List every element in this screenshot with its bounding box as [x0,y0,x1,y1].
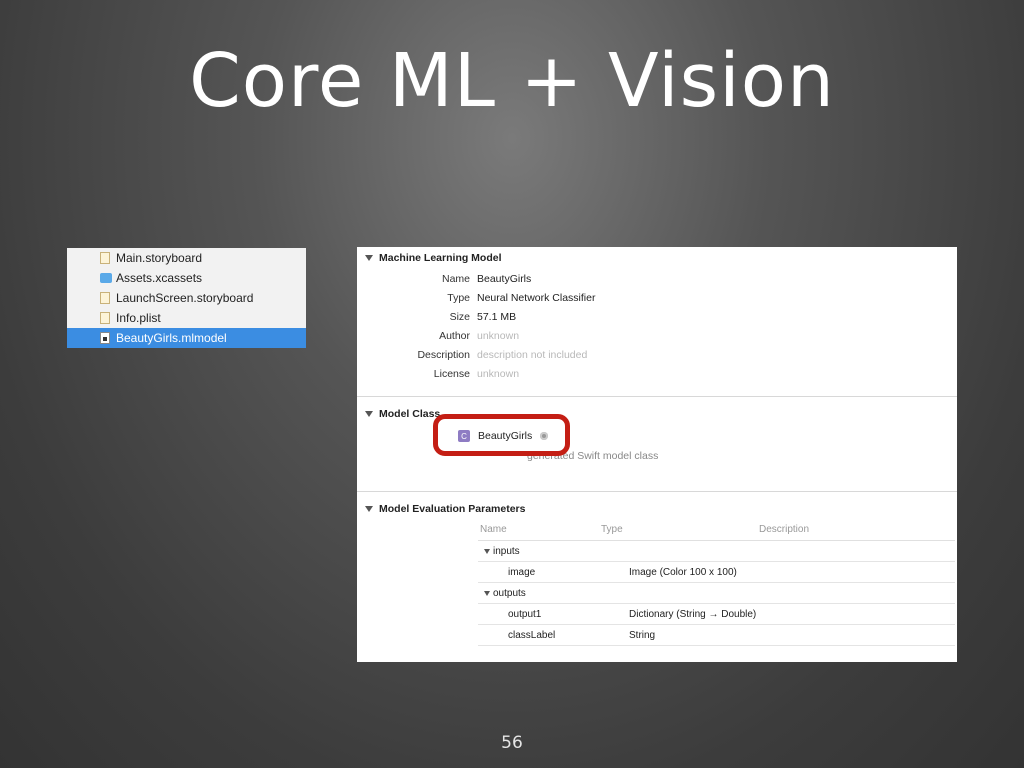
disclosure-triangle-icon [484,548,490,554]
param-name: output1 [508,608,542,620]
section-header-eval-params[interactable]: Model Evaluation Parameters [365,503,525,515]
file-label: LaunchScreen.storyboard [116,291,254,305]
property-value: BeautyGirls [477,273,532,285]
file-navigator: Main.storyboard Assets.xcassets LaunchSc… [67,248,306,348]
mlmodel-file-icon [100,332,110,344]
disclosure-triangle-icon [484,590,490,596]
file-label: Main.storyboard [116,251,203,265]
storyboard-file-icon [100,292,110,304]
file-label: BeautyGirls.mlmodel [116,331,227,345]
file-item-launchscreen[interactable]: LaunchScreen.storyboard [67,288,306,308]
parameters-table: Name Type Description inputs image Image… [478,519,955,646]
table-group-outputs[interactable]: outputs [478,583,955,604]
page-number: 56 [501,733,523,753]
section-title: Model Evaluation Parameters [379,503,526,515]
param-name: image [508,566,536,578]
table-header: Name Type Description [478,519,955,541]
column-header-description: Description [759,524,810,535]
property-value: 57.1 MB [477,311,517,323]
column-header-type: Type [601,524,623,535]
param-type: Image (Color 100 x 100) [629,566,737,578]
property-key: License [433,368,470,380]
property-value: Neural Network Classifier [477,292,596,304]
asset-catalog-icon [100,273,112,283]
highlight-annotation [433,414,570,456]
group-label: inputs [493,545,520,557]
file-item-info-plist[interactable]: Info.plist [67,308,306,328]
property-row-name: Name BeautyGirls [357,273,531,287]
property-row-size: Size 57.1 MB [357,311,517,325]
table-row: output1 Dictionary (String → Double) [478,604,955,625]
property-value: unknown [477,368,520,380]
property-key: Author [439,330,470,342]
property-key: Size [449,311,470,323]
property-value: description not included [477,349,588,361]
file-item-beautygirls-mlmodel[interactable]: BeautyGirls.mlmodel [67,328,306,348]
file-item-assets[interactable]: Assets.xcassets [67,268,306,288]
property-row-type: Type Neural Network Classifier [357,292,595,306]
column-header-name: Name [480,524,507,535]
param-type: String [629,629,656,641]
property-key: Type [447,292,470,304]
property-key: Name [441,273,470,285]
disclosure-triangle-icon [365,411,373,417]
section-header-model-class[interactable]: Model Class [365,408,440,420]
param-type: Dictionary (String → Double) [629,608,757,620]
table-row: classLabel String [478,625,955,646]
disclosure-triangle-icon [365,506,373,512]
property-row-license: License unknown [357,368,519,382]
file-label: Assets.xcassets [116,271,203,285]
property-key: Description [417,349,470,361]
slide-title: Core ML + Vision [189,38,835,124]
table-row: image Image (Color 100 x 100) [478,562,955,583]
section-title: Model Class [379,408,441,420]
plist-file-icon [100,312,110,324]
file-label: Info.plist [116,311,161,325]
property-row-description: Description description not included [357,349,587,363]
group-label: outputs [493,587,526,599]
section-divider [357,491,957,492]
property-row-author: Author unknown [357,330,519,344]
storyboard-file-icon [100,252,110,264]
param-name: classLabel [508,629,556,641]
section-title: Machine Learning Model [379,252,502,264]
section-header-ml-model[interactable]: Machine Learning Model [365,252,502,264]
disclosure-triangle-icon [365,255,373,261]
table-group-inputs[interactable]: inputs [478,541,955,562]
property-value: unknown [477,330,520,342]
section-divider [357,396,957,397]
file-item-main-storyboard[interactable]: Main.storyboard [67,248,306,268]
